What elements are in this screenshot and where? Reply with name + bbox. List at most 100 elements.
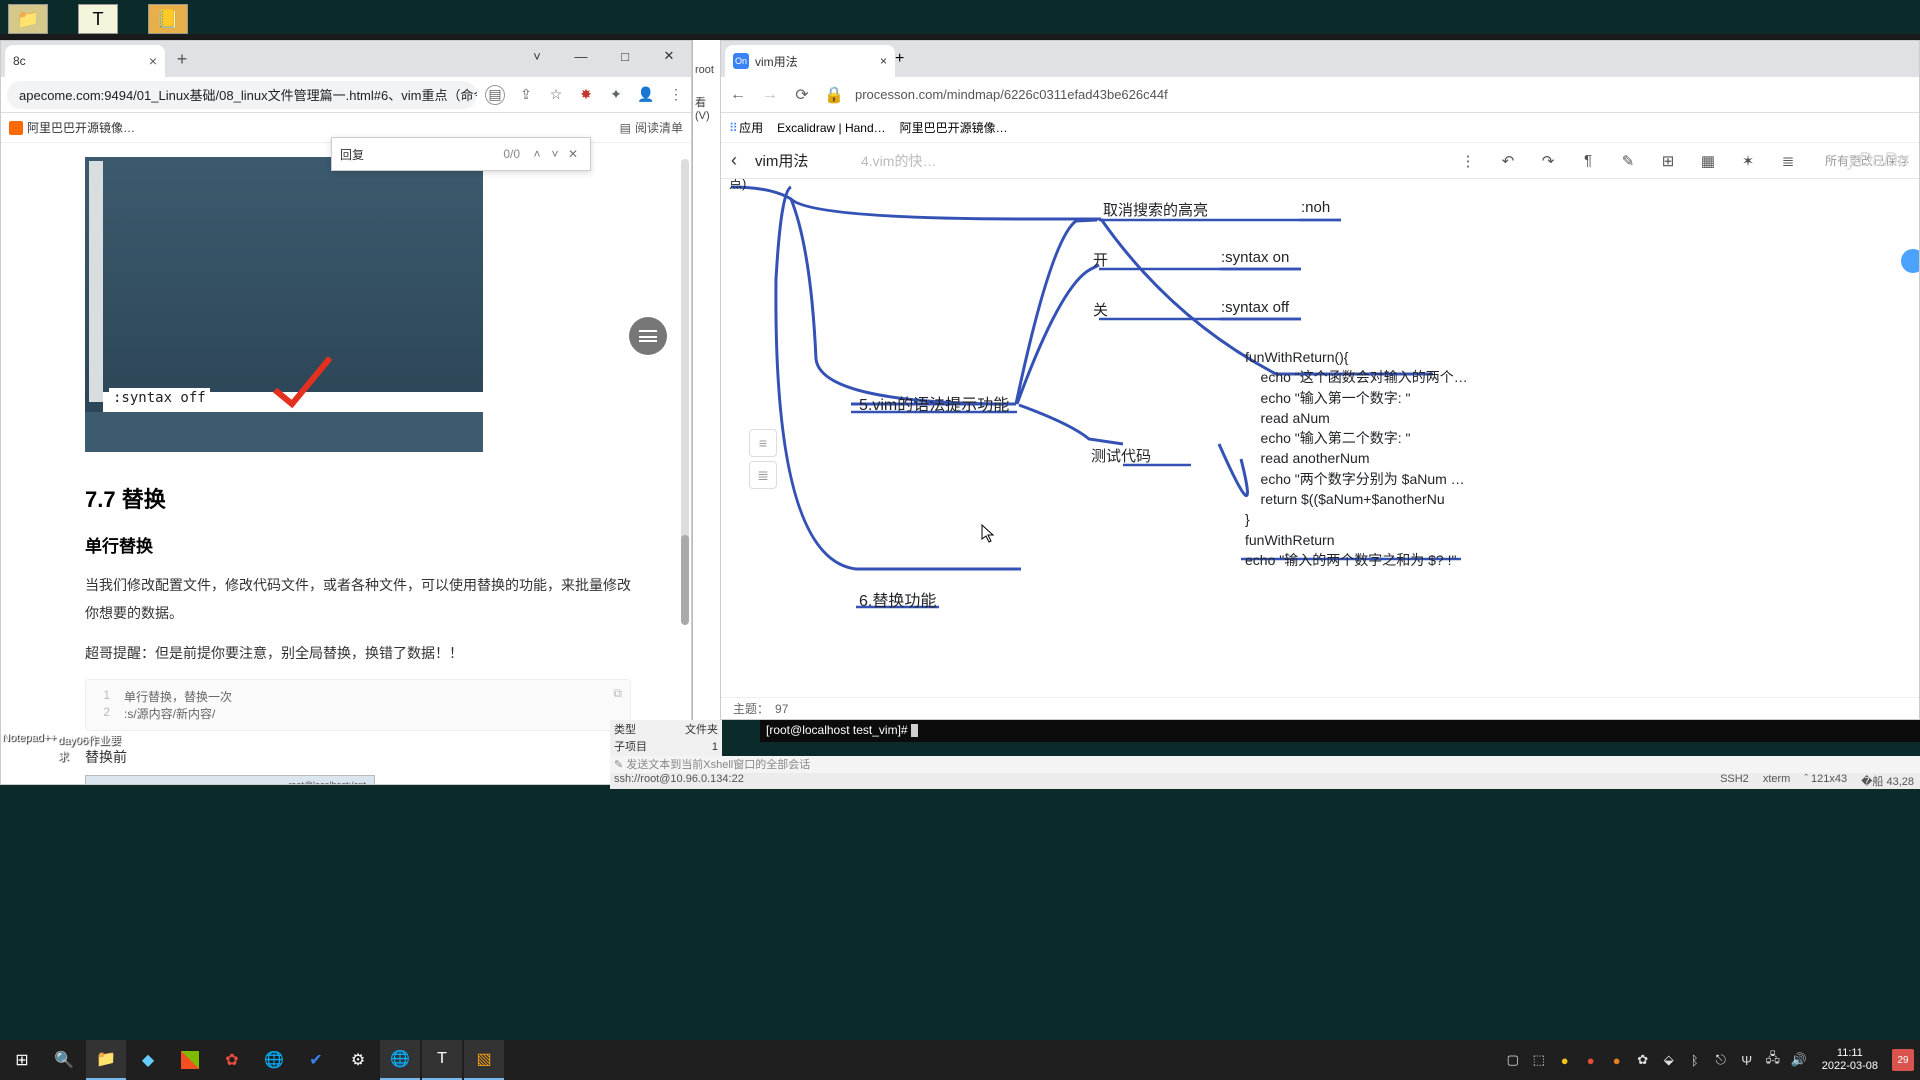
desktop-icon[interactable]: T [78,4,118,34]
scrollbar-thumb[interactable] [681,535,689,625]
format-icon[interactable]: ¶ [1577,150,1599,172]
taskbar-vm[interactable]: ▧ [464,1040,504,1080]
tray-icon[interactable]: ⬚ [1530,1051,1548,1069]
taskbar-app[interactable]: ✿ [212,1040,252,1080]
tray-icon[interactable]: ● [1608,1051,1626,1069]
browser-tab[interactable]: On vim用法 × [725,45,895,77]
maximize-button[interactable]: □ [603,41,647,71]
apps-button[interactable]: ⠿ 应用 [729,119,763,136]
profile-icon[interactable]: 👤 [637,86,655,104]
desktop-icon[interactable]: 📁 [8,4,48,34]
search-button[interactable]: 🔍 [44,1040,84,1080]
reload-icon[interactable]: ⟳ [791,85,813,105]
notification-badge[interactable]: 29 [1892,1049,1914,1071]
desktop-label-day06[interactable]: day06作业要 求 [58,732,121,764]
find-close-icon[interactable]: ✕ [564,147,582,161]
window-dropdown-icon[interactable]: ˅ [515,41,559,71]
scrollbar-track[interactable] [681,159,689,579]
mm-node-open[interactable]: 开 [1093,249,1108,270]
taskbar-chrome-2[interactable]: 🌐 [380,1040,420,1080]
pen-icon[interactable]: ✎ [1617,150,1639,172]
terminal-cursor [911,724,918,737]
browser-tab[interactable]: 8c × [5,45,165,77]
tray-network-icon[interactable]: 🖧 [1764,1051,1782,1069]
taskbar-explorer[interactable]: 📁 [86,1040,126,1080]
bookmark-alibaba[interactable]: 阿里巴巴开源镜像… [9,119,135,136]
po-more-icon[interactable]: ⋮ [1457,150,1479,172]
xshell-terminal[interactable]: [root@localhost test_vim]# [760,720,1920,742]
tray-icon[interactable]: ▢ [1504,1051,1522,1069]
copy-icon[interactable]: ⧉ [613,686,622,701]
tab-close-icon[interactable]: × [880,54,887,68]
mm-outline-button[interactable]: ≡ [749,429,777,457]
ssh-address: ssh://root@10.96.0.134:22 [614,773,744,789]
floating-menu-button[interactable] [629,317,667,355]
mm-outline-button-2[interactable]: ≣ [749,461,777,489]
desktop-icon[interactable]: 📒 [148,4,188,34]
tray-icon[interactable]: ● [1582,1051,1600,1069]
tray-bluetooth-icon[interactable]: ᛒ [1686,1051,1704,1069]
puzzle-icon[interactable]: ✦ [607,86,625,104]
redo-icon[interactable]: ↷ [1537,150,1559,172]
mm-node-noh[interactable]: :noh [1301,199,1330,216]
taskbar-settings[interactable]: ⚙ [338,1040,378,1080]
mm-node-syntax-on[interactable]: :syntax on [1221,249,1289,266]
bookmark-label: 阿里巴巴开源镜像… [27,119,135,136]
start-button[interactable]: ⊞ [2,1040,42,1080]
apps-label: 应用 [739,121,763,135]
node-icon[interactable]: ⊞ [1657,150,1679,172]
mm-node-cancel-highlight[interactable]: 取消搜索的高亮 [1103,199,1208,220]
grid-icon[interactable]: ▦ [1697,150,1719,172]
tab-strip: On vim用法 × + [721,41,1919,77]
find-prev-icon[interactable]: ˄ [528,147,546,161]
url-text[interactable]: processon.com/mindmap/6226c0311efad43be6… [855,87,1168,102]
tray-usb-icon[interactable]: Ψ [1738,1051,1756,1069]
close-button[interactable]: ✕ [647,41,691,71]
tab-close-icon[interactable]: × [149,53,157,69]
minimize-button[interactable]: — [559,41,603,71]
ext-icon[interactable]: ✸ [577,86,595,104]
po-document-title[interactable]: vim用法 [755,150,808,171]
taskbar-app[interactable] [181,1051,199,1069]
taskbar-chrome-1[interactable]: 🌐 [254,1040,294,1080]
star-icon[interactable]: ☆ [547,86,565,104]
tray-icon[interactable]: ⬙ [1660,1051,1678,1069]
translate-icon[interactable]: ▤ [485,85,505,105]
bookmark-alibaba[interactable]: 阿里巴巴开源镜像… [900,119,1008,136]
left-chrome-window: ˅ — □ ✕ 8c × + apecome.com:9494/01_Linux… [0,40,692,785]
tray-icon[interactable]: ✿ [1634,1051,1652,1069]
new-tab-button[interactable]: + [895,50,904,68]
mm-code-block[interactable]: funWithReturn(){ echo "这个函数会对输入的两个… echo… [1245,347,1468,570]
layout-icon[interactable]: ≣ [1777,150,1799,172]
mm-node-test-code[interactable]: 测试代码 [1091,445,1151,466]
mm-help-bubble[interactable] [1901,249,1919,273]
tray-volume-icon[interactable]: 🔊 [1790,1051,1808,1069]
menu-icon[interactable]: ⋮ [667,86,685,104]
mindmap-canvas[interactable]: 点) 取消搜索的高亮 :noh 开 :syntax on 关 :syntax o… [721,179,1919,697]
url-input[interactable]: apecome.com:9494/01_Linux基础/08_linux文件管理… [7,81,477,109]
back-icon[interactable]: ← [727,86,749,104]
mm-node-5[interactable]: 5.vim的语法提示功能 [859,391,1009,415]
find-text[interactable]: 回复 [340,146,503,163]
tray-icon[interactable]: ⎋ [1712,1051,1730,1069]
bookmark-excalidraw[interactable]: Excalidraw | Hand… [777,121,886,135]
taskbar-app[interactable]: ◆ [128,1040,168,1080]
star-tool-icon[interactable]: ✶ [1737,150,1759,172]
taskbar-clock[interactable]: 11:11 2022-03-08 [1816,1047,1884,1073]
reading-list-button[interactable]: ▤ 阅读清单 [620,119,683,136]
mm-node-6[interactable]: 6.替换功能 [859,587,936,611]
tray-icon[interactable]: ● [1556,1051,1574,1069]
mm-node-syntax-off[interactable]: :syntax off [1221,299,1289,316]
desktop-label-notepad[interactable]: Notepad++ [2,732,56,744]
undo-icon[interactable]: ↶ [1497,150,1519,172]
find-next-icon[interactable]: ˅ [546,147,564,161]
taskbar-app[interactable]: ✔ [296,1040,336,1080]
share-icon[interactable]: ⇪ [517,86,535,104]
xshell-send-bar[interactable]: ✎ 发送文本到当前Xshell窗口的全部会话 [610,756,1920,774]
forward-icon[interactable]: → [759,86,781,104]
po-back-icon[interactable]: ‹ [731,150,737,171]
new-tab-button[interactable]: + [169,46,195,72]
mm-node-close[interactable]: 关 [1093,299,1108,320]
bookmark-label: Excalidraw | Hand… [777,121,886,135]
taskbar-text[interactable]: T [422,1040,462,1080]
